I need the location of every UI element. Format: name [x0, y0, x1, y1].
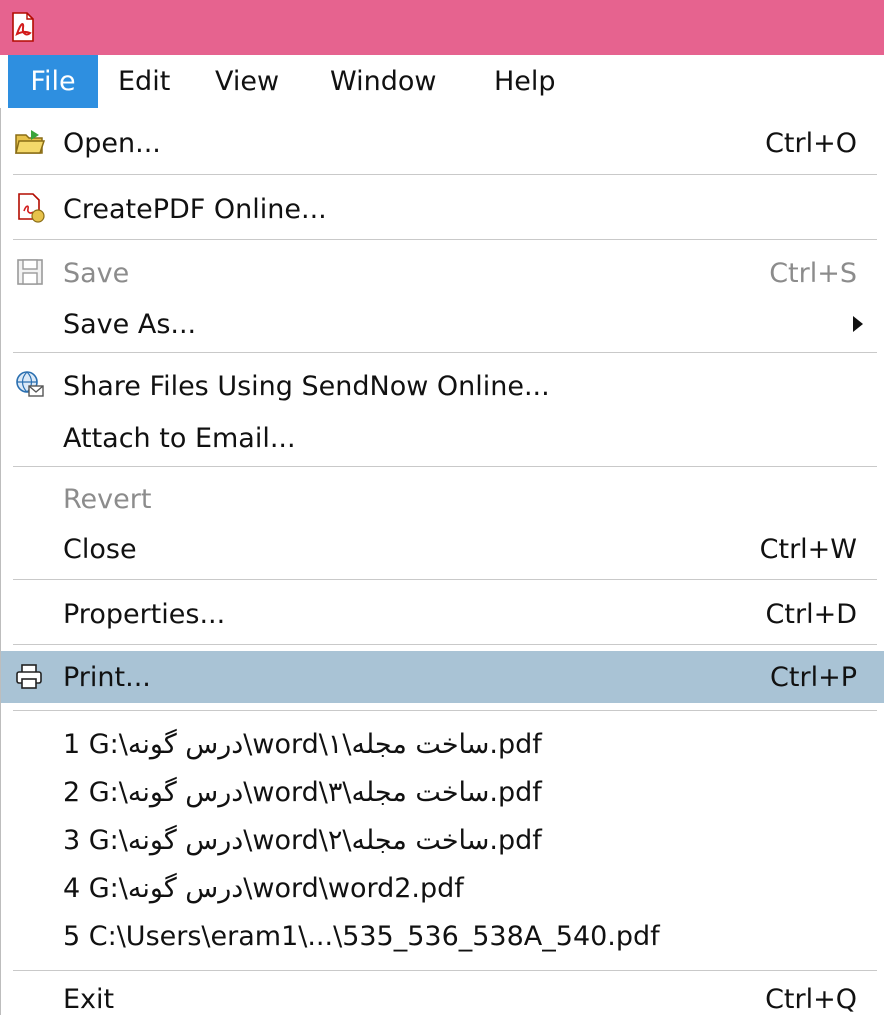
recent-file-5[interactable]: 5 C:\Users\eram1\...\535_536_538A_540.pd…: [1, 912, 884, 960]
revert-label: Revert: [63, 484, 152, 515]
separator: [13, 239, 877, 240]
close-label: Close: [63, 534, 137, 565]
save-as-label: Save As...: [63, 309, 197, 340]
recent-file-label: 4 G:\درس گونه\word\word2.pdf: [63, 873, 464, 904]
recent-file-label: 2 G:\درس گونه\word\ساخت مجله\۳.pdf: [63, 777, 542, 808]
create-pdf-icon: [18, 193, 45, 223]
recent-file-label: 3 G:\درس گونه\word\ساخت مجله\۲.pdf: [63, 825, 542, 856]
submenu-arrow-icon: [853, 316, 863, 332]
menu-item-exit[interactable]: Exit Ctrl+Q: [1, 976, 884, 1015]
createpdf-label: CreatePDF Online...: [63, 194, 327, 225]
share-globe-icon: [16, 371, 44, 397]
open-label: Open...: [63, 128, 161, 159]
recent-file-label: 1 G:\درس گونه\word\ساخت مجله\۱.pdf: [63, 729, 542, 760]
menu-bar: File Edit View Window Help: [0, 55, 884, 109]
menu-item-print[interactable]: Print... Ctrl+P: [1, 651, 884, 703]
menu-item-properties[interactable]: Properties... Ctrl+D: [1, 588, 884, 640]
separator: [13, 579, 877, 580]
menu-item-createpdf[interactable]: CreatePDF Online...: [1, 183, 884, 235]
menu-item-save-as[interactable]: Save As...: [1, 299, 884, 349]
exit-label: Exit: [63, 984, 115, 1015]
recent-file-2[interactable]: 2 G:\درس گونه\word\ساخت مجله\۳.pdf: [1, 768, 884, 816]
menu-item-attach-email[interactable]: Attach to Email...: [1, 412, 884, 464]
recent-file-3[interactable]: 3 G:\درس گونه\word\ساخت مجله\۲.pdf: [1, 816, 884, 864]
menu-window[interactable]: Window: [330, 55, 436, 108]
menu-view[interactable]: View: [215, 55, 279, 108]
properties-shortcut: Ctrl+D: [765, 599, 857, 630]
save-disk-icon: [17, 259, 43, 285]
recent-file-4[interactable]: 4 G:\درس گونه\word\word2.pdf: [1, 864, 884, 912]
separator: [13, 174, 877, 175]
exit-shortcut: Ctrl+Q: [765, 984, 857, 1015]
recent-file-1[interactable]: 1 G:\درس گونه\word\ساخت مجله\۱.pdf: [1, 720, 884, 768]
attach-label: Attach to Email...: [63, 423, 296, 454]
menu-item-close[interactable]: Close Ctrl+W: [1, 524, 884, 574]
title-bar: [0, 0, 884, 55]
menu-help[interactable]: Help: [494, 55, 556, 108]
menu-item-save[interactable]: Save Ctrl+S: [1, 247, 884, 299]
separator: [13, 352, 877, 353]
menu-item-share[interactable]: Share Files Using SendNow Online...: [1, 360, 884, 412]
print-label: Print...: [63, 662, 151, 693]
share-label: Share Files Using SendNow Online...: [63, 371, 550, 402]
properties-label: Properties...: [63, 599, 226, 630]
save-label: Save: [63, 258, 130, 289]
acrobat-pdf-icon[interactable]: [12, 12, 34, 42]
printer-icon: [16, 664, 42, 689]
separator: [13, 710, 877, 711]
separator: [13, 644, 877, 645]
open-folder-icon: [15, 130, 46, 154]
separator: [13, 466, 877, 467]
save-shortcut: Ctrl+S: [769, 258, 857, 289]
open-shortcut: Ctrl+O: [765, 128, 857, 159]
file-menu-dropdown: Open... Ctrl+O CreatePDF Online... Save …: [0, 108, 884, 1015]
print-shortcut: Ctrl+P: [770, 662, 857, 693]
menu-file[interactable]: File: [8, 55, 98, 108]
menu-item-open[interactable]: Open... Ctrl+O: [1, 117, 884, 169]
close-shortcut: Ctrl+W: [759, 534, 857, 565]
recent-file-label: 5 C:\Users\eram1\...\535_536_538A_540.pd…: [63, 921, 660, 952]
menu-edit[interactable]: Edit: [118, 55, 170, 108]
separator: [13, 970, 877, 971]
menu-item-revert[interactable]: Revert: [1, 474, 884, 524]
